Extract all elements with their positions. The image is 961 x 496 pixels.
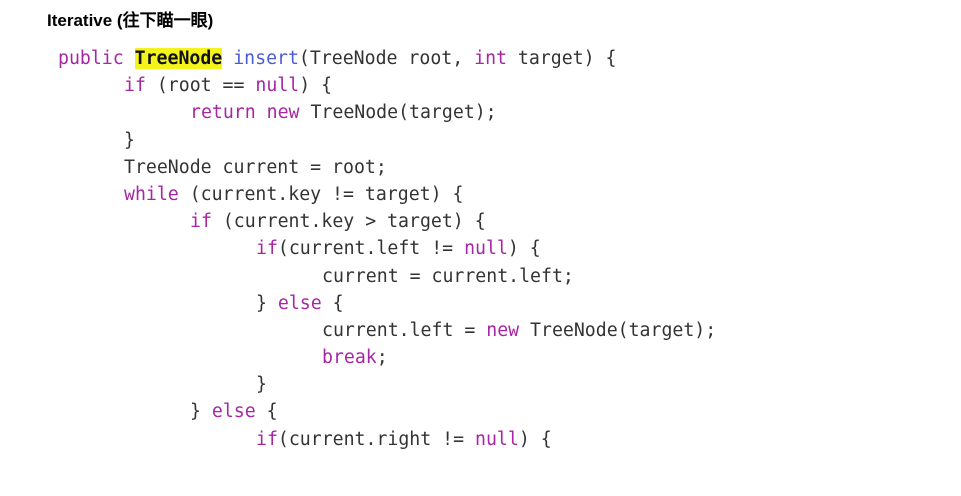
code-block: public TreeNode insert(TreeNode root, in… [58, 45, 716, 453]
code-token: } [256, 292, 278, 314]
code-token: (current.right != [277, 428, 476, 450]
code-line: current = current.left; [58, 263, 716, 290]
code-line: if(current.left != null) { [58, 235, 716, 262]
section-heading: Iterative (往下瞄一眼) [47, 11, 214, 30]
code-token: (TreeNode root, [298, 48, 475, 69]
code-keyword: public [58, 48, 135, 69]
code-token: TreeNode(target); [299, 102, 497, 124]
code-token: ) { [507, 238, 541, 260]
code-keyword: if [256, 238, 278, 260]
code-line: } [58, 127, 716, 154]
code-line: return new TreeNode(target); [58, 99, 716, 126]
code-keyword: new [486, 319, 520, 341]
code-line: break; [58, 344, 716, 371]
code-line: } [58, 371, 716, 398]
code-token: current.left = [322, 319, 487, 341]
code-keyword: return [190, 102, 256, 124]
code-token: (root == [145, 75, 256, 97]
code-token: TreeNode(target); [519, 319, 717, 341]
code-token: (current.key > target) { [211, 211, 486, 233]
code-token: { [255, 401, 278, 423]
code-token: (current.left != [277, 238, 465, 260]
code-token: } [190, 401, 212, 423]
code-keyword: while [124, 183, 179, 205]
code-keyword: break [322, 347, 377, 369]
code-keyword: null [475, 428, 519, 450]
code-line: current.left = new TreeNode(target); [58, 317, 716, 344]
code-token: current = current.left; [322, 265, 574, 287]
code-token: TreeNode current = root; [124, 156, 387, 178]
code-token: target) { [506, 48, 617, 69]
code-token: ) { [518, 428, 552, 450]
code-token: ) { [299, 75, 333, 97]
code-token: (current.key != target) { [178, 183, 464, 205]
code-keyword: int [474, 48, 507, 69]
code-line: if(current.right != null) { [58, 426, 716, 453]
code-line: while (current.key != target) { [58, 181, 716, 208]
code-keyword: if [124, 75, 146, 97]
code-keyword: null [255, 75, 300, 97]
code-token: } [256, 374, 267, 396]
code-token: } [124, 129, 135, 151]
code-line: if (current.key > target) { [58, 208, 716, 235]
code-line: if (root == null) { [58, 72, 716, 99]
code-function-name: insert [233, 48, 299, 69]
code-keyword: else [211, 401, 256, 423]
code-token: ; [376, 347, 388, 369]
code-line: } else { [58, 398, 716, 425]
code-line: public TreeNode insert(TreeNode root, in… [58, 45, 716, 72]
code-keyword: new [266, 102, 300, 124]
code-keyword: null [464, 238, 508, 260]
code-token: { [321, 292, 344, 314]
code-keyword: if [256, 428, 278, 450]
code-line: } else { [58, 290, 716, 317]
code-keyword: else [277, 292, 322, 314]
code-line: TreeNode current = root; [58, 154, 716, 181]
code-highlight: TreeNode [134, 48, 223, 69]
code-keyword: if [190, 211, 212, 233]
